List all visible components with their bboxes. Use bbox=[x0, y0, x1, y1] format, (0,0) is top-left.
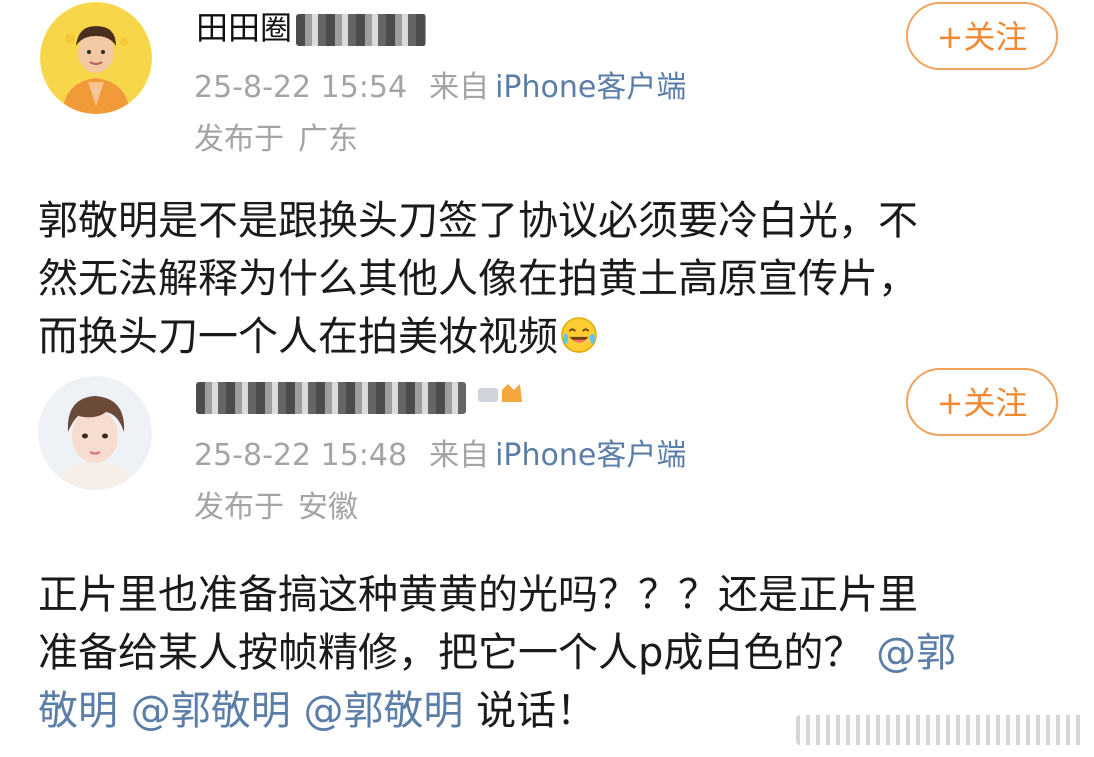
mention-link[interactable]: 敬明 bbox=[38, 688, 118, 734]
user-avatar[interactable] bbox=[38, 376, 152, 490]
post-body-line-text: 而换头刀一个人在拍美妆视频 bbox=[38, 314, 558, 360]
post-meta-time: 25-8-22 15:54 来自 iPhone客户端 bbox=[194, 68, 686, 108]
crown-badge-icon bbox=[478, 384, 522, 402]
from-label: 来自 bbox=[429, 438, 490, 473]
post-meta-time: 25-8-22 15:48 来自 iPhone客户端 bbox=[194, 436, 686, 476]
avatar-image bbox=[40, 2, 152, 114]
location-prefix: 发布于 bbox=[194, 122, 284, 157]
redacted-username bbox=[196, 382, 466, 414]
location-region: 广东 bbox=[298, 122, 358, 157]
username-text: 田田圈 bbox=[196, 9, 293, 47]
post-body-line: 郭敬明是不是跟换头刀签了协议必须要冷白光，不 bbox=[38, 198, 918, 244]
username[interactable] bbox=[196, 376, 466, 416]
location-region: 安徽 bbox=[298, 490, 358, 525]
avatar-image bbox=[38, 376, 152, 490]
post-body-line: 正片里也准备搞这种黄黄的光吗？？？还是正片里 bbox=[38, 572, 918, 618]
post-body-text: 准备给某人按帧精修，把它一个人p成白色的？ bbox=[38, 630, 864, 676]
post-body: 郭敬明是不是跟换头刀签了协议必须要冷白光，不 然无法解释为什么其他人像在拍黄土高… bbox=[38, 192, 1063, 366]
post-body-tail: 说话！ bbox=[476, 688, 597, 734]
mention-link[interactable]: @郭敬明 bbox=[303, 688, 463, 734]
client-link[interactable]: iPhone客户端 bbox=[495, 438, 686, 473]
follow-button[interactable]: +关注 bbox=[906, 368, 1058, 436]
post-card: +关注 25-8-22 15:48 来自 iPhone客户端 发布于 安徽 正片里也准… bbox=[0, 368, 1094, 757]
post-timestamp: 25-8-22 15:54 bbox=[194, 70, 408, 105]
post-body-line: 然无法解释为什么其他人像在拍黄土高原宣传片， bbox=[38, 256, 918, 302]
from-label: 来自 bbox=[429, 70, 490, 105]
post-meta-location: 发布于 广东 bbox=[194, 120, 358, 160]
post-timestamp: 25-8-22 15:48 bbox=[194, 438, 408, 473]
post-body-line-last: 而换头刀一个人在拍美妆视频 bbox=[38, 308, 1063, 366]
location-prefix: 发布于 bbox=[194, 490, 284, 525]
post-card: 田田圈 +关注 25-8-22 15:54 来自 iPhone客户端 发布于 广东 郭… bbox=[0, 0, 1094, 370]
user-avatar[interactable] bbox=[40, 2, 152, 114]
follow-button[interactable]: +关注 bbox=[906, 2, 1058, 70]
post-body: 正片里也准备搞这种黄黄的光吗？？？还是正片里 准备给某人按帧精修，把它一个人p成… bbox=[38, 566, 1063, 740]
mention-link[interactable]: @郭 bbox=[876, 630, 956, 676]
laughing-crying-emoji-icon bbox=[561, 317, 597, 353]
post-meta-location: 发布于 安徽 bbox=[194, 488, 358, 528]
mention-link[interactable]: @郭敬明 bbox=[131, 688, 291, 734]
username[interactable]: 田田圈 bbox=[196, 8, 427, 48]
post-body-line: 准备给某人按帧精修，把它一个人p成白色的？ @郭 bbox=[38, 624, 1063, 682]
watermark bbox=[796, 715, 1086, 745]
client-link[interactable]: iPhone客户端 bbox=[495, 70, 686, 105]
redacted-username-part bbox=[296, 14, 427, 46]
